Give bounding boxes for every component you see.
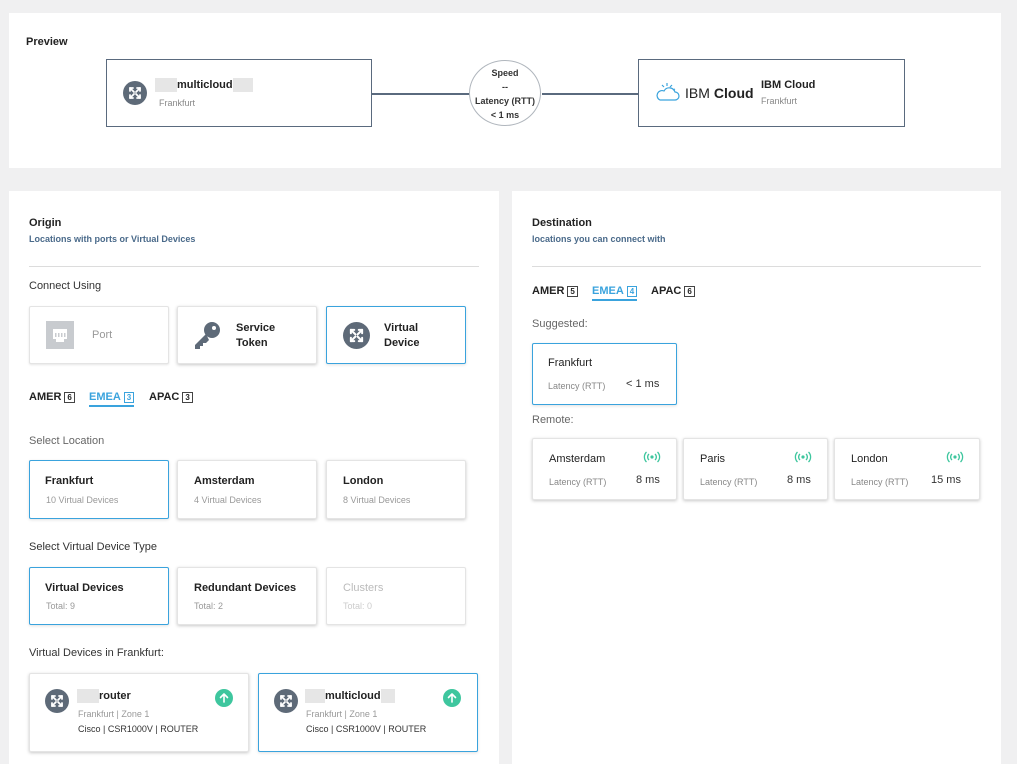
device-card-multicloud[interactable]: multicloud Frankfurt | Zone 1 Cisco | CS… [258, 673, 478, 752]
device-name: multicloud [305, 689, 395, 703]
connect-option-label: Virtual Device [384, 322, 420, 349]
device-type-redundant[interactable]: Redundant Devices Total: 2 [177, 567, 317, 625]
destination-title: Destination [532, 217, 592, 229]
origin-subtitle: Locations with ports or Virtual Devices [29, 234, 196, 244]
signal-icon [946, 451, 964, 463]
router-icon [343, 322, 370, 349]
device-location: Frankfurt | Zone 1 [306, 709, 378, 719]
origin-title: Origin [29, 217, 62, 229]
redacted-suffix [232, 78, 253, 92]
destination-card-london[interactable]: London Latency (RTT) 15 ms [834, 438, 980, 500]
destination-panel: Destination locations you can connect wi… [512, 191, 1001, 764]
device-location: Frankfurt | Zone 1 [78, 709, 150, 719]
device-type-virtual[interactable]: Virtual Devices Total: 9 [29, 567, 169, 625]
preview-link-line-right [542, 93, 639, 95]
devices-list-label: Virtual Devices in Frankfurt: [29, 647, 164, 659]
suggested-label: Suggested: [532, 318, 588, 330]
router-icon [274, 689, 298, 713]
latency-label: Latency (RTT) [474, 96, 535, 106]
connect-option-virtual-device[interactable]: Virtual Device [326, 306, 466, 364]
preview-origin-box: multicloud Frankfurt [106, 59, 372, 127]
redacted-prefix [305, 689, 325, 703]
tab-apac[interactable]: APAC 3 [149, 391, 193, 403]
connect-using-label: Connect Using [29, 280, 102, 292]
ibm-cloud-logo: IBM Cloud [655, 82, 754, 104]
port-icon [46, 321, 74, 349]
destination-subtitle: locations you can connect with [532, 234, 666, 244]
tab-amer[interactable]: AMER 6 [29, 391, 75, 403]
remote-label: Remote: [532, 414, 574, 426]
cloud-icon [656, 83, 680, 101]
preview-origin-name: multicloud [155, 78, 253, 92]
connect-option-service-token[interactable]: Service Token [177, 306, 317, 364]
device-meta: Cisco | CSR1000V | ROUTER [306, 724, 427, 734]
redacted-prefix [155, 78, 177, 92]
device-name: router [77, 689, 131, 703]
select-location-label: Select Location [29, 435, 105, 447]
location-card-amsterdam[interactable]: Amsterdam 4 Virtual Devices [177, 460, 317, 519]
divider [29, 266, 479, 267]
preview-destination-name: IBM Cloud [761, 79, 816, 91]
router-icon [45, 689, 69, 713]
ibm-logo-light: IBM [685, 85, 710, 101]
device-meta: Cisco | CSR1000V | ROUTER [78, 724, 199, 734]
redacted-prefix [77, 689, 99, 703]
tab-apac[interactable]: APAC 6 [651, 285, 695, 297]
connect-option-label: Port [92, 329, 113, 341]
key-icon [195, 322, 220, 349]
connect-option-port[interactable]: Port [29, 306, 169, 364]
status-up-icon [443, 689, 461, 707]
redacted-suffix [380, 689, 395, 703]
location-card-frankfurt[interactable]: Frankfurt 10 Virtual Devices [29, 460, 169, 519]
origin-panel: Origin Locations with ports or Virtual D… [9, 191, 499, 764]
device-type-clusters: Clusters Total: 0 [326, 567, 466, 625]
preview-panel: Preview multicloud Frankfurt Speed -- La… [9, 13, 1001, 168]
signal-icon [794, 451, 812, 463]
preview-link-line-left [372, 93, 470, 95]
connect-option-label: Service Token [236, 322, 276, 349]
select-device-type-label: Select Virtual Device Type [29, 541, 157, 553]
divider [532, 266, 981, 267]
destination-card-frankfurt[interactable]: Frankfurt Latency (RTT) < 1 ms [532, 343, 677, 405]
signal-icon [643, 451, 661, 463]
location-card-london[interactable]: London 8 Virtual Devices [326, 460, 466, 519]
status-up-icon [215, 689, 233, 707]
tab-amer[interactable]: AMER 5 [532, 285, 578, 297]
tab-emea[interactable]: EMEA 4 [592, 285, 638, 301]
preview-link-circle: Speed -- Latency (RTT) < 1 ms [469, 60, 541, 126]
ibm-logo-bold: Cloud [713, 85, 754, 101]
tab-emea[interactable]: EMEA 3 [89, 391, 135, 407]
speed-value: -- [502, 82, 508, 92]
destination-card-amsterdam[interactable]: Amsterdam Latency (RTT) 8 ms [532, 438, 677, 500]
preview-title: Preview [26, 36, 68, 48]
preview-destination-location: Frankfurt [761, 96, 798, 106]
preview-destination-box: IBM Cloud IBM Cloud Frankfurt [638, 59, 905, 127]
preview-origin-location: Frankfurt [159, 98, 196, 108]
latency-value: < 1 ms [490, 110, 520, 120]
device-card-router[interactable]: router Frankfurt | Zone 1 Cisco | CSR100… [29, 673, 249, 752]
destination-card-paris[interactable]: Paris Latency (RTT) 8 ms [683, 438, 828, 500]
router-icon [123, 81, 147, 105]
speed-label: Speed [491, 68, 519, 78]
